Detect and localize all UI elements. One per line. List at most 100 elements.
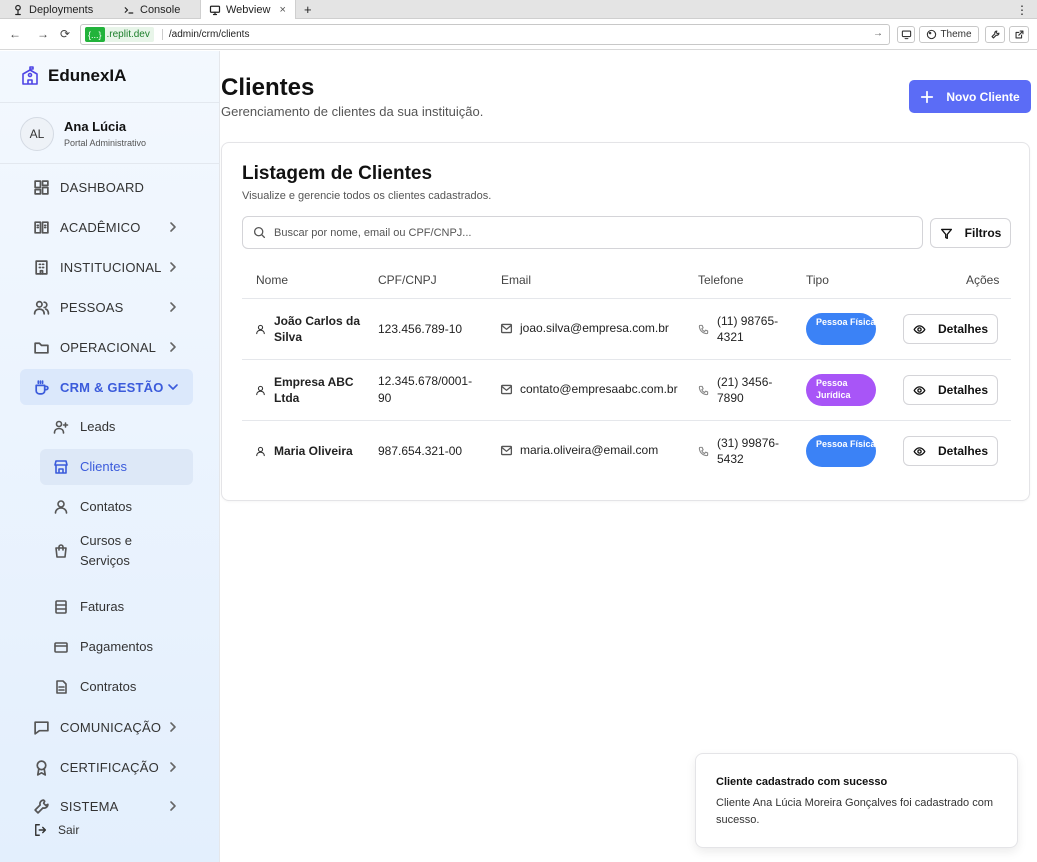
sidebar-subitem-label: Cursos e Serviços: [80, 531, 132, 571]
sidebar-item-label: CERTIFICAÇÃO: [60, 759, 159, 775]
sidebar-subitem-contatos[interactable]: Contatos: [40, 489, 193, 525]
open-external-button[interactable]: [1009, 26, 1029, 43]
theme-button[interactable]: Theme: [919, 26, 979, 43]
column-header-doc: CPF/CNPJ: [378, 273, 437, 287]
column-header-phone: Telefone: [698, 273, 744, 287]
tab-label: Webview: [226, 3, 271, 16]
new-client-button[interactable]: Novo Cliente: [909, 80, 1031, 113]
external-link-icon: [1014, 29, 1025, 40]
details-button[interactable]: Detalhes: [903, 375, 998, 405]
type-badge: Pessoa Jurídica: [806, 374, 876, 406]
toast-message: Cliente Ana Lúcia Moreira Gonçalves foi …: [716, 797, 993, 826]
user-profile[interactable]: AL Ana Lúcia Portal Administrativo: [0, 102, 220, 164]
school-icon: [20, 66, 40, 86]
client-name: Maria Oliveira: [274, 444, 353, 458]
search-input[interactable]: Buscar por nome, email ou CPF/CNPJ...: [242, 216, 923, 249]
table-row: Empresa ABC Ltda 12.345.678/0001-90 cont…: [242, 360, 1011, 421]
devtools-button[interactable]: [985, 26, 1005, 43]
table-row: Maria Oliveira 987.654.321-00 maria.oliv…: [242, 421, 1011, 482]
sidebar-item-label: COMUNICAÇÃO: [60, 719, 162, 735]
url-host: .replit.dev: [106, 29, 150, 40]
details-label: Detalhes: [937, 444, 989, 458]
client-email: maria.oliveira@email.com: [520, 443, 659, 457]
new-tab-button[interactable]: +: [296, 0, 320, 19]
url-path: /admin/crm/clients: [161, 29, 249, 40]
sidebar-item-certificacao[interactable]: CERTIFICAÇÃO: [20, 749, 193, 785]
reload-button[interactable]: ⟳: [60, 27, 70, 41]
label-line-2: Serviços: [80, 553, 130, 568]
sidebar-item-label: ACADÊMICO: [60, 219, 141, 235]
sidebar-item-sistema[interactable]: SISTEMA: [20, 788, 193, 824]
monitor-icon: [901, 29, 912, 40]
phone-icon: [698, 446, 709, 457]
mail-icon: [500, 322, 513, 335]
tab-console[interactable]: Console: [115, 0, 188, 19]
client-email: joao.silva@empresa.com.br: [520, 321, 669, 335]
sidebar-item-label: PESSOAS: [60, 299, 124, 315]
sidebar-item-dashboard[interactable]: DASHBOARD: [20, 169, 193, 205]
theme-label: Theme: [940, 29, 972, 40]
phone-icon: [698, 385, 709, 396]
forward-button[interactable]: →: [37, 27, 49, 41]
brand-name: EdunexIA: [48, 66, 127, 85]
tab-label: Console: [140, 3, 181, 16]
filters-button[interactable]: Filtros: [930, 218, 1011, 248]
go-arrow-icon[interactable]: →: [873, 28, 883, 39]
client-name: Empresa ABC Ltda: [274, 375, 354, 405]
sidebar-item-academico[interactable]: ACADÊMICO: [20, 209, 193, 245]
client-email: contato@empresaabc.com.br: [520, 382, 678, 396]
sidebar-subitem-leads[interactable]: Leads: [40, 409, 193, 445]
sidebar-subitem-label: Clientes: [80, 459, 127, 474]
sidebar-subitem-clientes[interactable]: Clientes: [40, 449, 193, 485]
sidebar-item-operacional[interactable]: OPERACIONAL: [20, 329, 193, 365]
logout-label: Sair: [58, 823, 80, 837]
phone-icon: [698, 324, 709, 335]
search-placeholder: Buscar por nome, email ou CPF/CNPJ...: [274, 226, 472, 239]
type-badge: Pessoa Física: [806, 313, 876, 345]
sidebar-item-crm-gestao[interactable]: CRM & GESTÃO: [20, 369, 193, 405]
sidebar-item-label: DASHBOARD: [60, 179, 145, 195]
sidebar-item-institucional[interactable]: INSTITUCIONAL: [20, 249, 193, 285]
close-icon[interactable]: ×: [279, 4, 285, 16]
column-header-type: Tipo: [806, 273, 829, 287]
logout-button[interactable]: Sair: [34, 823, 79, 837]
client-phone-cell: (11) 98765-4321: [698, 313, 788, 345]
success-toast[interactable]: Cliente cadastrado com sucesso Cliente A…: [695, 753, 1018, 848]
client-phone: (11) 98765-4321: [717, 314, 779, 344]
tab-webview[interactable]: Webview ×: [200, 0, 296, 19]
sidebar-subitem-contratos[interactable]: Contratos: [40, 669, 193, 705]
url-field[interactable]: {...} .replit.dev /admin/crm/clients →: [80, 24, 890, 45]
details-button[interactable]: Detalhes: [903, 436, 998, 466]
eye-icon: [913, 384, 926, 397]
sidebar-subitem-cursos-servicos[interactable]: Cursos e Serviços: [40, 529, 193, 573]
eye-icon: [913, 323, 926, 336]
console-icon: [123, 4, 135, 16]
palette-icon: [926, 29, 937, 40]
device-button[interactable]: [897, 26, 915, 43]
search-icon: [243, 226, 274, 239]
page-title: Clientes: [221, 74, 315, 101]
sidebar-subitem-pagamentos[interactable]: Pagamentos: [40, 629, 193, 665]
plus-icon: [920, 90, 934, 104]
avatar: AL: [20, 117, 54, 151]
client-phone: (31) 99876-5432: [717, 436, 780, 466]
card-subtitle: Visualize e gerencie todos os clientes c…: [242, 190, 492, 202]
tab-deployments[interactable]: Deployments: [4, 0, 101, 19]
replit-code-icon: {...}: [85, 27, 105, 42]
sidebar-subitem-faturas[interactable]: Faturas: [40, 589, 193, 625]
address-bar-area: ← → ⟳ {...} .replit.dev /admin/crm/client…: [0, 19, 1037, 50]
details-button[interactable]: Detalhes: [903, 314, 998, 344]
more-menu-button[interactable]: ⋮: [1008, 0, 1036, 19]
mail-icon: [500, 383, 513, 396]
card-title: Listagem de Clientes: [242, 163, 433, 184]
sidebar-item-comunicacao[interactable]: COMUNICAÇÃO: [20, 709, 193, 745]
user-icon: [255, 385, 266, 396]
wrench-icon: [990, 29, 1001, 40]
table-row: João Carlos da Silva 123.456.789-10 joao…: [242, 299, 1011, 360]
more-vertical-icon: ⋮: [1016, 2, 1028, 17]
sidebar-subitem-label: Contratos: [80, 679, 137, 694]
brand[interactable]: EdunexIA: [20, 66, 126, 86]
client-phone-cell: (21) 3456-7890: [698, 374, 788, 406]
sidebar-item-pessoas[interactable]: PESSOAS: [20, 289, 193, 325]
back-button[interactable]: ←: [9, 27, 21, 41]
